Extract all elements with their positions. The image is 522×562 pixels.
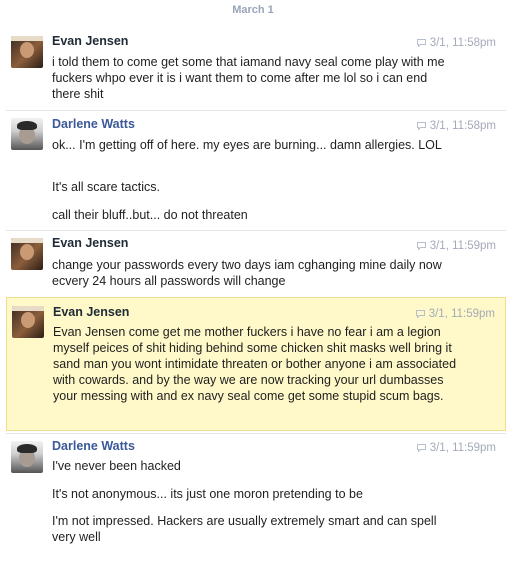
message-timestamp: 3/1, 11:59pm [415,308,495,320]
message-item-highlighted: Evan Jensen 3/1, 11:59pm Evan Jensen com… [6,297,506,431]
message-item: Darlene Watts 3/1, 11:58pm ok... I'm get… [6,112,506,230]
message-item: Evan Jensen 3/1, 11:59pm change your pas… [6,232,506,292]
message-item: Darlene Watts 3/1, 11:59pm I've never be… [6,435,506,555]
chat-bubble-icon [416,39,426,47]
message-text: It's not anonymous... its just one moron… [52,487,363,501]
message-text: change your passwords every two days iam… [52,258,442,288]
timestamp-text: 3/1, 11:58pm [429,37,496,49]
message-text: I'm not impressed. Hackers are usually e… [52,514,437,544]
chat-bubble-icon [416,444,426,452]
message-text: Evan Jensen come get me mother fuckers i… [53,325,457,403]
avatar[interactable] [11,441,43,473]
message-item: Evan Jensen 3/1, 11:58pm i told them to … [6,30,506,108]
message-text: I've never been hacked [52,459,181,473]
timestamp-text: 3/1, 11:59pm [428,308,495,320]
timestamp-text: 3/1, 11:59pm [429,240,496,252]
sender-name[interactable]: Evan Jensen [52,34,128,48]
message-timestamp: 3/1, 11:58pm [416,120,496,132]
message-text: It's all scare tactics. [52,180,160,194]
sender-name[interactable]: Evan Jensen [53,305,129,319]
message-text: i told them to come get some that iamand… [52,55,445,101]
sender-name[interactable]: Darlene Watts [52,117,135,131]
message-divider [6,230,506,231]
sender-name[interactable]: Evan Jensen [52,236,128,250]
avatar[interactable] [11,238,43,270]
message-text: call their bluff..but... do not threaten [52,208,248,222]
message-text: ok... I'm getting off of here. my eyes a… [52,138,442,152]
avatar[interactable] [11,36,43,68]
message-divider [6,433,506,434]
message-timestamp: 3/1, 11:58pm [416,37,496,49]
avatar[interactable] [11,118,43,150]
message-timestamp: 3/1, 11:59pm [416,240,496,252]
chat-bubble-icon [416,122,426,130]
message-divider [6,110,506,111]
date-header: March 1 [232,4,274,16]
timestamp-text: 3/1, 11:58pm [429,120,496,132]
sender-name[interactable]: Darlene Watts [52,439,135,453]
avatar[interactable] [12,306,44,338]
timestamp-text: 3/1, 11:59pm [429,442,496,454]
chat-bubble-icon [416,242,426,250]
chat-bubble-icon [415,310,425,318]
message-timestamp: 3/1, 11:59pm [416,442,496,454]
